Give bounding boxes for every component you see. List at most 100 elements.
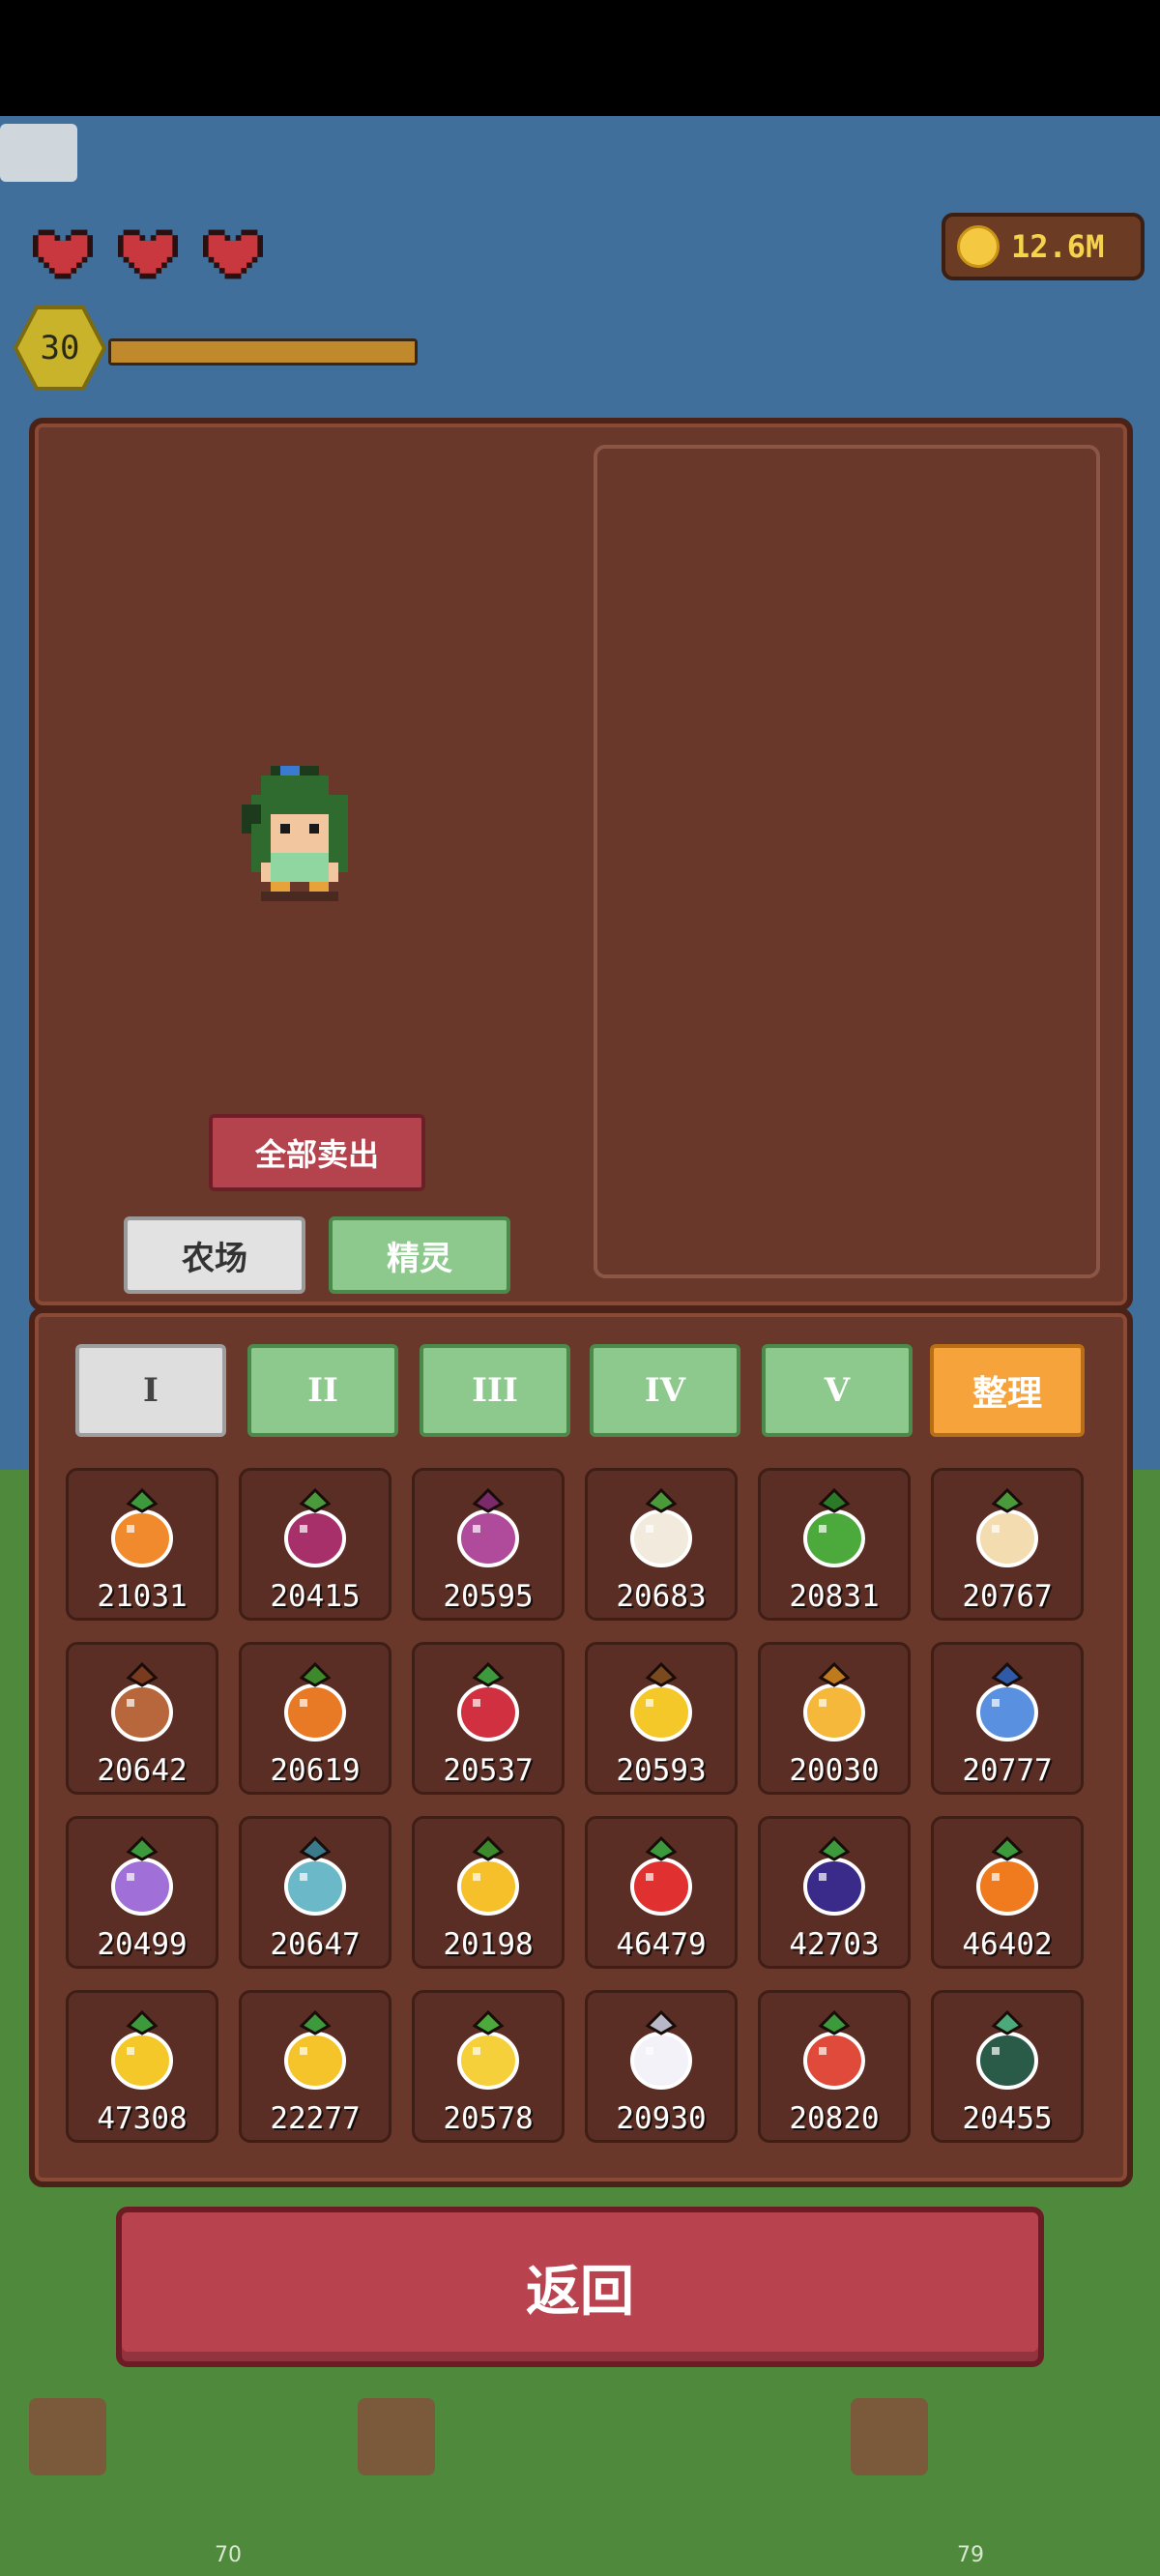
item-count: 20198 [443, 1927, 534, 1962]
inventory-slot[interactable]: 21031 [66, 1468, 218, 1621]
item-count: 20619 [270, 1753, 361, 1788]
inventory-slot[interactable]: 20777 [931, 1642, 1084, 1795]
grapes-icon [803, 1835, 865, 1916]
beet-icon [284, 1487, 346, 1567]
inventory-slot[interactable]: 20415 [239, 1468, 392, 1621]
inventory-slot[interactable]: 42703 [758, 1816, 911, 1969]
farm-plot [358, 2398, 435, 2475]
tab-farm[interactable]: 农场 [124, 1216, 305, 1294]
xp-bar [108, 338, 418, 366]
inventory-slot[interactable]: 22277 [239, 1990, 392, 2143]
red-carrot-icon [803, 2009, 865, 2090]
tier-tab-2[interactable]: II [247, 1344, 398, 1437]
cauliflower-icon [630, 1487, 692, 1567]
back-button[interactable]: 返回 [116, 2207, 1044, 2367]
item-count: 20777 [962, 1753, 1053, 1788]
heart-icon [110, 224, 186, 284]
status-bar [0, 0, 1160, 116]
inventory-slot[interactable]: 20455 [931, 1990, 1084, 2143]
mango-icon [284, 2009, 346, 2090]
white-gem-icon [630, 2009, 692, 2090]
item-count: 20593 [616, 1753, 707, 1788]
potato-icon [111, 1661, 173, 1742]
item-count: 20683 [616, 1579, 707, 1614]
tier-tab-1[interactable]: I [75, 1344, 226, 1437]
purple-flower-icon [457, 1487, 519, 1567]
item-count: 20647 [270, 1927, 361, 1962]
item-count: 20642 [97, 1753, 188, 1788]
inventory-slot[interactable]: 20593 [585, 1642, 738, 1795]
inventory-slot[interactable]: 47308 [66, 1990, 218, 2143]
heart-icon [25, 224, 101, 284]
sell-all-button[interactable]: 全部卖出 [209, 1114, 425, 1191]
item-count: 20831 [789, 1579, 880, 1614]
inventory-slot[interactable]: 20767 [931, 1468, 1084, 1621]
level-badge: 30 [14, 306, 106, 391]
melon-icon [976, 2009, 1038, 2090]
level-number: 30 [40, 329, 80, 367]
inventory-slot[interactable]: 46479 [585, 1816, 738, 1969]
parsnip-icon [976, 1487, 1038, 1567]
carrot-icon [111, 1487, 173, 1567]
item-count: 20930 [616, 2101, 707, 2136]
inventory-slot[interactable]: 20030 [758, 1642, 911, 1795]
item-count: 20595 [443, 1579, 534, 1614]
corn-icon [457, 2009, 519, 2090]
xp-bar-fill [111, 341, 415, 363]
starfruit-icon [284, 1835, 346, 1916]
inventory-slot[interactable]: 20578 [412, 1990, 565, 2143]
inventory-slot[interactable]: 20619 [239, 1642, 392, 1795]
item-info-box [594, 445, 1100, 1278]
pineapple-icon [111, 2009, 173, 2090]
tier-tab-5[interactable]: V [762, 1344, 913, 1437]
inventory-slot[interactable]: 20647 [239, 1816, 392, 1969]
pumpkin-icon [284, 1661, 346, 1742]
item-count: 20537 [443, 1753, 534, 1788]
apple-icon [630, 1835, 692, 1916]
inventory-slot[interactable]: 20499 [66, 1816, 218, 1969]
tier-tab-3[interactable]: III [420, 1344, 570, 1437]
blue-jar-icon [976, 1661, 1038, 1742]
item-count: 20030 [789, 1753, 880, 1788]
item-count: 42703 [789, 1927, 880, 1962]
tier-tab-4[interactable]: IV [590, 1344, 740, 1437]
pear-icon [457, 1835, 519, 1916]
item-count: 21031 [97, 1579, 188, 1614]
item-count: 46479 [616, 1927, 707, 1962]
coin-value: 12.6M [1011, 228, 1105, 265]
inventory-slot[interactable]: 46402 [931, 1816, 1084, 1969]
sort-button[interactable]: 整理 [930, 1344, 1085, 1437]
cloud [0, 124, 77, 182]
item-count: 20415 [270, 1579, 361, 1614]
heart-icon [195, 224, 271, 284]
inventory-slot[interactable]: 20198 [412, 1816, 565, 1969]
plot-number: 79 [957, 2543, 984, 2567]
inventory-slot[interactable]: 20820 [758, 1990, 911, 2143]
inventory-slot[interactable]: 20595 [412, 1468, 565, 1621]
farm-plot [851, 2398, 928, 2475]
inventory-slot[interactable]: 20642 [66, 1642, 218, 1795]
item-count: 20578 [443, 2101, 534, 2136]
inventory-slot[interactable]: 20831 [758, 1468, 911, 1621]
item-count: 20499 [97, 1927, 188, 1962]
orange-icon [976, 1835, 1038, 1916]
wheat-icon [803, 1661, 865, 1742]
tab-spirit[interactable]: 精灵 [329, 1216, 510, 1294]
item-count: 20767 [962, 1579, 1053, 1614]
purple-grape-bunch-icon [111, 1835, 173, 1916]
coin-icon [957, 225, 1000, 268]
inventory-slot[interactable]: 20930 [585, 1990, 738, 2143]
inventory-slot[interactable]: 20537 [412, 1642, 565, 1795]
farm-plot [29, 2398, 106, 2475]
item-count: 47308 [97, 2101, 188, 2136]
item-count: 46402 [962, 1927, 1053, 1962]
lettuce-icon [803, 1487, 865, 1567]
inventory-grid: 21031 20415 20595 20683 20831 20767 20642 20619… [66, 1468, 1088, 2143]
inventory-slot[interactable]: 20683 [585, 1468, 738, 1621]
health-hearts [25, 224, 271, 284]
farmer-character-sprite [242, 766, 377, 944]
item-count: 20820 [789, 2101, 880, 2136]
coin-counter: 12.6M [942, 213, 1145, 280]
sunflower-icon [630, 1661, 692, 1742]
item-count: 22277 [270, 2101, 361, 2136]
